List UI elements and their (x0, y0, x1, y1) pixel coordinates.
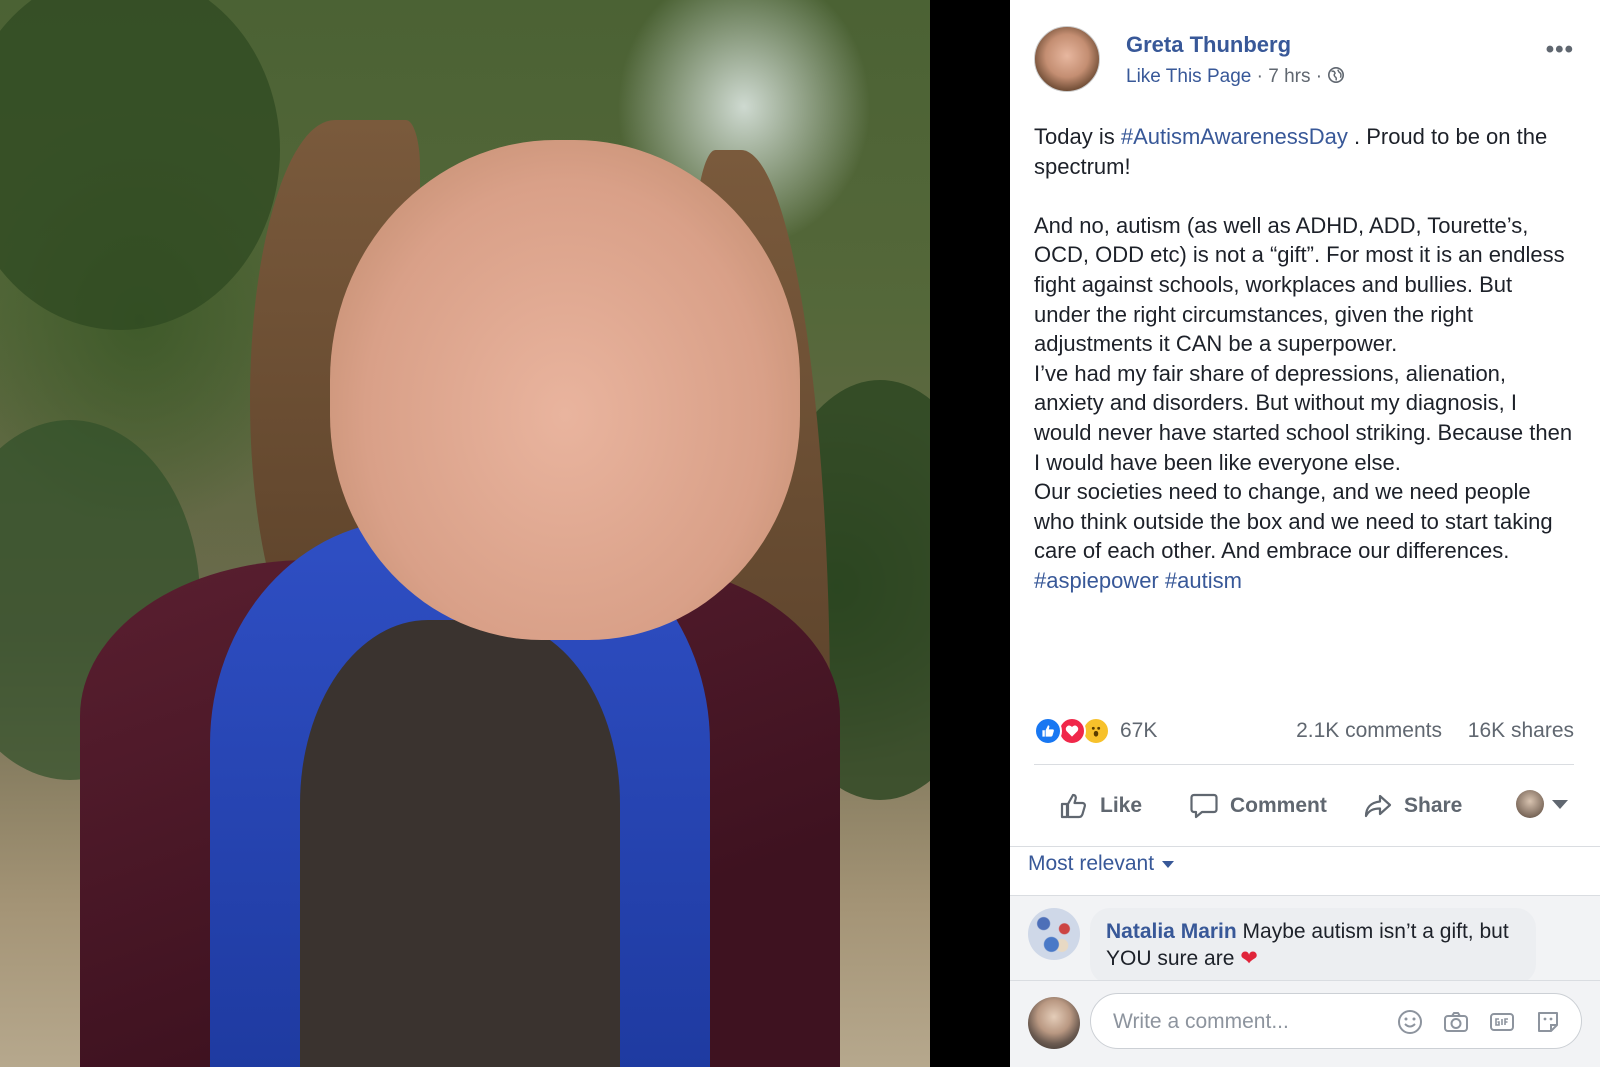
globe-icon[interactable] (1327, 66, 1345, 84)
caret-down-icon (1162, 860, 1175, 868)
shirt-shape (300, 620, 620, 1067)
photo-viewer (0, 0, 1010, 1067)
hashtag-link[interactable]: #aspiepower (1034, 568, 1159, 593)
author-avatar[interactable] (1034, 26, 1100, 92)
comment-sort-selector[interactable]: Most relevant (1028, 846, 1175, 882)
commenter-avatar[interactable] (1028, 908, 1080, 960)
like-reaction-icon[interactable] (1034, 717, 1062, 745)
like-label: Like (1100, 794, 1143, 817)
comment-button[interactable]: Comment (1188, 778, 1327, 834)
meta-separator: · (1315, 66, 1323, 87)
post-paragraph: Today is #AutismAwarenessDay . Proud to … (1034, 122, 1574, 181)
actor-avatar (1516, 790, 1544, 818)
love-reaction-icon[interactable] (1058, 717, 1086, 745)
hashtag-link[interactable]: #autism (1165, 568, 1242, 593)
sticker-icon[interactable] (1533, 1007, 1563, 1037)
gif-icon[interactable] (1487, 1007, 1517, 1037)
hashtag-link[interactable]: #AutismAwarenessDay (1121, 124, 1348, 149)
my-avatar (1028, 997, 1080, 1049)
post-text-segment: Today is (1034, 124, 1121, 149)
comment-placeholder: Write a comment... (1113, 1010, 1289, 1033)
shares-count[interactable]: 16K shares (1468, 719, 1574, 743)
foliage-shape (0, 0, 280, 330)
speech-bubble-icon (1190, 793, 1218, 819)
comment-bubble: Natalia Marin Maybe autism isn’t a gift,… (1090, 908, 1536, 984)
share-button[interactable]: Share (1362, 778, 1462, 834)
face-shape (330, 140, 800, 640)
comment-input[interactable]: Write a comment... (1090, 993, 1582, 1049)
thumbs-up-icon (1060, 793, 1087, 819)
comment-author[interactable]: Natalia Marin (1106, 920, 1237, 943)
share-label: Share (1404, 794, 1463, 817)
post-paragraph: I’ve had my fair share of depressions, a… (1034, 360, 1573, 475)
post-time[interactable]: 7 hrs (1268, 66, 1310, 87)
share-arrow-icon (1364, 794, 1392, 818)
camera-icon[interactable] (1441, 1007, 1471, 1037)
composer-tools (1395, 1007, 1563, 1037)
actor-selector[interactable] (1516, 790, 1568, 818)
like-button[interactable]: Like (1058, 778, 1142, 834)
meta-separator: · (1256, 66, 1263, 87)
divider (1034, 764, 1574, 765)
author-name[interactable]: Greta Thunberg (1126, 32, 1291, 58)
reactions-summary: 67K 2.1K comments 16K shares (1034, 715, 1574, 751)
post-text: Today is #AutismAwarenessDay . Proud to … (1034, 122, 1574, 596)
post-paragraph: Our societies need to change, and we nee… (1034, 477, 1574, 595)
comments-count[interactable]: 2.1K comments (1296, 719, 1442, 743)
post-panel: Greta Thunberg Like This Page · 7 hrs · … (1010, 0, 1600, 1067)
post-actions: Like Comment Share (1034, 778, 1574, 834)
comment-composer: Write a comment... (1010, 980, 1600, 1067)
post-meta: Like This Page · 7 hrs · (1126, 66, 1345, 88)
caret-down-icon (1552, 799, 1568, 809)
post-paragraph: And no, autism (as well as ADHD, ADD, To… (1034, 212, 1565, 357)
like-page-link[interactable]: Like This Page (1126, 66, 1251, 87)
smiley-icon[interactable] (1395, 1007, 1425, 1037)
comment-label: Comment (1230, 794, 1327, 817)
reaction-count[interactable]: 67K (1120, 719, 1157, 743)
post-text-segment: Our societies need to change, and we nee… (1034, 479, 1553, 564)
post-photo[interactable] (0, 0, 930, 1067)
wow-reaction-icon[interactable] (1082, 717, 1110, 745)
sort-label: Most relevant (1028, 852, 1155, 875)
post-header: Greta Thunberg Like This Page · 7 hrs · … (1034, 26, 1580, 96)
more-icon[interactable]: ••• (1546, 36, 1574, 64)
heart-icon: ❤ (1240, 947, 1258, 970)
